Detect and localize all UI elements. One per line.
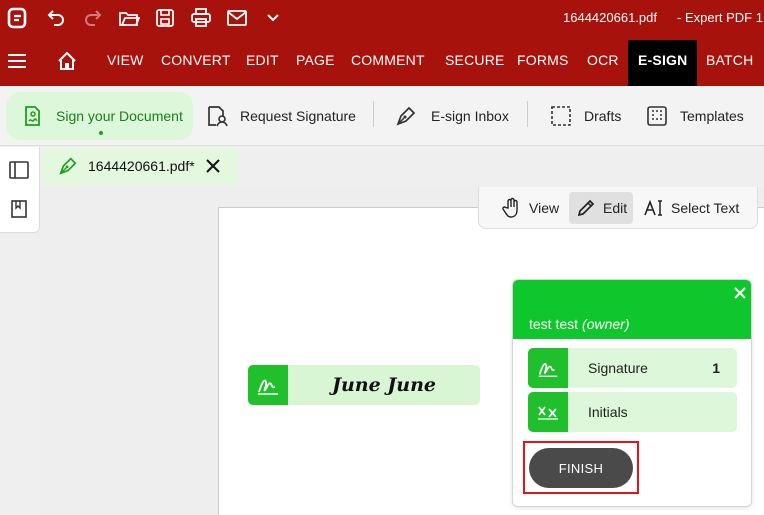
sign-document-icon xyxy=(20,103,46,129)
esign-inbox-label: E-sign Inbox xyxy=(431,108,509,124)
pen-nib-icon xyxy=(393,103,419,129)
menu-ocr[interactable]: OCR xyxy=(587,52,619,68)
menu-page[interactable]: PAGE xyxy=(296,52,335,68)
title-bar: 1644420661.pdf - Expert PDF 1 xyxy=(0,0,764,36)
request-signature-label: Request Signature xyxy=(240,108,356,124)
menu-bar: VIEW CONVERT EDIT PAGE COMMENT SECURE FO… xyxy=(0,36,764,86)
signer-header: test test (owner) xyxy=(513,280,751,339)
hamburger-menu-icon[interactable] xyxy=(5,49,29,73)
templates-icon xyxy=(644,103,670,129)
active-indicator-dot xyxy=(99,131,104,135)
select-text-label: Select Text xyxy=(671,200,740,216)
signer-panel: test test (owner) Signature 1 Initials FI… xyxy=(512,279,752,507)
pen-nib-icon xyxy=(56,154,80,178)
ribbon-divider xyxy=(527,101,528,127)
sign-your-document-label: Sign your Document xyxy=(56,108,183,124)
signer-name: test test (owner) xyxy=(529,316,630,332)
menu-edit[interactable]: EDIT xyxy=(246,52,279,68)
signature-field-count: 1 xyxy=(712,360,720,376)
text-cursor-icon xyxy=(643,197,665,219)
view-mode-button[interactable]: View xyxy=(495,192,565,224)
sign-your-document-button[interactable]: Sign your Document xyxy=(6,92,193,140)
bookmark-icon[interactable] xyxy=(8,198,30,220)
edit-mode-button[interactable]: Edit xyxy=(569,192,634,224)
select-text-button[interactable]: Select Text xyxy=(637,192,745,224)
ribbon-divider xyxy=(373,101,374,127)
templates-button[interactable]: Templates xyxy=(644,92,744,140)
menu-convert[interactable]: CONVERT xyxy=(161,52,231,68)
signer-name-text: test test xyxy=(529,316,579,332)
templates-label: Templates xyxy=(680,108,744,124)
signer-role: (owner) xyxy=(582,316,630,332)
close-tab-icon[interactable] xyxy=(202,155,224,177)
menu-comment[interactable]: COMMENT xyxy=(351,52,425,68)
signature-field[interactable]: June June xyxy=(248,365,480,405)
request-signature-button[interactable]: Request Signature xyxy=(204,92,356,140)
view-mode-label: View xyxy=(529,200,560,216)
mail-icon[interactable] xyxy=(225,6,249,30)
undo-icon[interactable] xyxy=(44,6,68,30)
edit-mode-label: Edit xyxy=(603,200,628,216)
drafts-label: Drafts xyxy=(584,108,622,124)
print-icon[interactable] xyxy=(189,6,213,30)
close-icon[interactable] xyxy=(731,284,749,302)
menu-esign[interactable]: E-SIGN xyxy=(628,40,698,86)
signature-icon xyxy=(528,348,568,388)
save-icon[interactable] xyxy=(153,6,177,30)
initials-icon xyxy=(528,392,568,432)
window-file-title: 1644420661.pdf xyxy=(563,10,657,25)
initials-field-item[interactable]: Initials xyxy=(528,392,737,432)
menu-secure[interactable]: SECURE xyxy=(445,52,505,68)
open-folder-icon[interactable] xyxy=(117,6,141,30)
pencil-icon xyxy=(575,197,597,219)
menu-forms[interactable]: FORMS xyxy=(517,52,569,68)
finish-button[interactable]: FINISH xyxy=(529,448,633,488)
signature-field-item[interactable]: Signature 1 xyxy=(528,348,737,388)
esign-inbox-button[interactable]: E-sign Inbox xyxy=(393,92,509,140)
drafts-button[interactable]: Drafts xyxy=(548,92,621,140)
menu-batch[interactable]: BATCH xyxy=(706,52,753,68)
redo-icon[interactable] xyxy=(81,6,105,30)
signature-field-label: Signature xyxy=(588,360,648,376)
app-logo-icon xyxy=(6,6,30,30)
request-signature-icon xyxy=(204,103,230,129)
drafts-icon xyxy=(548,103,574,129)
document-tab[interactable]: 1644420661.pdf* xyxy=(42,147,238,185)
menu-view[interactable]: VIEW xyxy=(107,52,144,68)
initials-field-label: Initials xyxy=(588,404,628,420)
signature-text: June June xyxy=(331,374,437,396)
view-mode-toolbar: View Edit Select Text xyxy=(478,187,758,229)
window-app-title: - Expert PDF 1 xyxy=(677,10,763,25)
left-side-panel xyxy=(0,147,40,233)
home-icon[interactable] xyxy=(55,49,79,73)
hand-icon xyxy=(501,197,523,219)
signature-icon xyxy=(248,365,288,405)
chevron-down-icon[interactable] xyxy=(261,6,285,30)
sidebar-toggle-icon[interactable] xyxy=(8,159,30,181)
document-tab-label: 1644420661.pdf* xyxy=(88,158,195,174)
